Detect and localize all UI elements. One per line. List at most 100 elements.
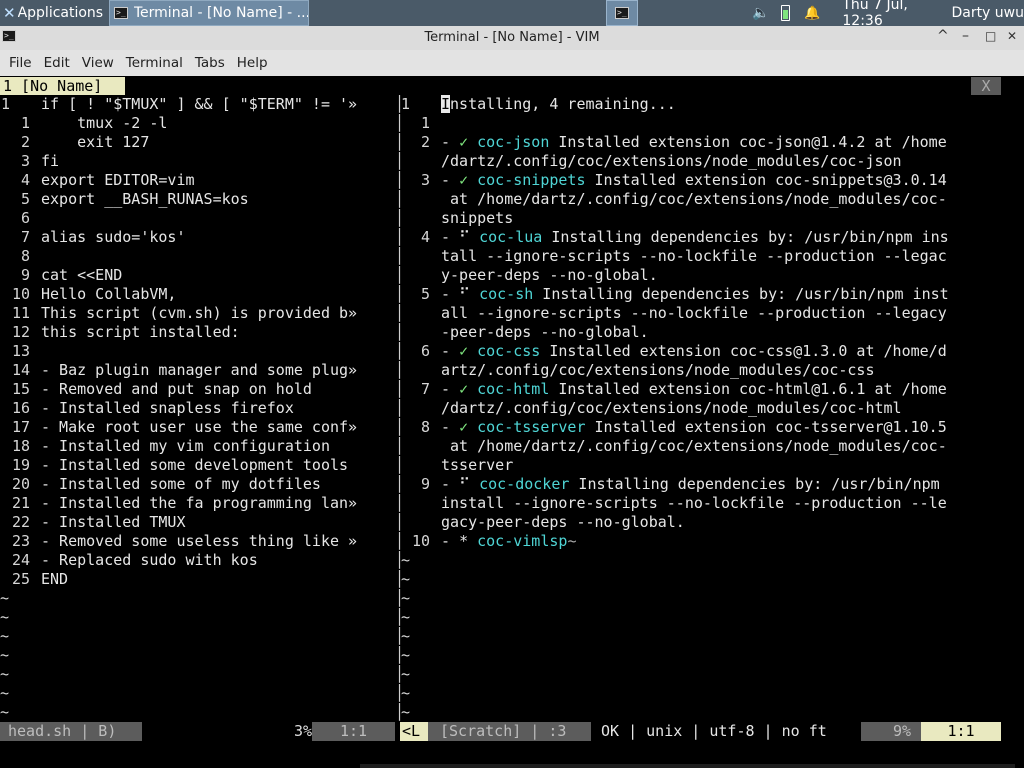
list-dash: - bbox=[441, 285, 460, 303]
coc-install-line: - ✓ coc-html Installed extension coc-htm… bbox=[441, 380, 1024, 399]
coc-install-line: artz/.config/coc/extensions/node_modules… bbox=[441, 361, 875, 379]
taskbar-terminal-button[interactable]: >_ Terminal - [No Name] - ... bbox=[109, 0, 309, 26]
left-line-number: 25 bbox=[11, 570, 30, 588]
menu-tabs[interactable]: Tabs bbox=[195, 55, 225, 71]
left-code-line: - Baz plugin manager and some plug» bbox=[41, 361, 358, 379]
right-status-buffer: [Scratch] | :3 bbox=[428, 722, 591, 741]
left-tilde-filler: ~ bbox=[0, 627, 10, 645]
right-tilde-filler: ~ bbox=[401, 703, 411, 721]
left-code-line: tmux -2 -l bbox=[41, 114, 168, 132]
split-separator-segment: │ bbox=[395, 266, 401, 284]
split-separator-segment: │ bbox=[395, 152, 401, 170]
list-dash: - bbox=[441, 380, 460, 398]
coc-install-line: - ⠋ coc-sh Installing dependencies by: /… bbox=[441, 285, 1024, 304]
left-tilde-filler: ~ bbox=[0, 703, 10, 721]
right-line-number: 3 bbox=[420, 171, 430, 189]
vim-tab-close-button[interactable]: X bbox=[971, 77, 1001, 95]
right-tilde-filler: ~ bbox=[401, 627, 411, 645]
split-separator-segment: │ bbox=[395, 190, 401, 208]
extension-name: coc-tsserver bbox=[477, 418, 586, 436]
terminal-area[interactable]: 1 [No Name] X │ │ │ │ │ │ │ │ │ │ │ │ │ │ │ │ │ │ │ │ │ │ │ │ │ │… bbox=[0, 76, 1024, 768]
status-mark: ✓ bbox=[459, 418, 469, 436]
volume-icon[interactable]: 🔈 bbox=[752, 5, 769, 21]
vim-tab-active[interactable]: 1 [No Name] bbox=[0, 77, 125, 95]
applications-menu-button[interactable]: ✕ Applications bbox=[0, 0, 107, 26]
left-status-file: head.sh | B) bbox=[0, 722, 142, 741]
extension-name: coc-vimlsp bbox=[477, 532, 568, 550]
left-line-number: 13 bbox=[11, 342, 30, 360]
battery-icon[interactable] bbox=[781, 5, 791, 21]
left-code-line: - Installed TMUX bbox=[41, 513, 186, 531]
right-tilde-filler: ~ bbox=[401, 684, 411, 702]
extension-name: coc-json bbox=[477, 133, 550, 151]
extension-name: coc-docker bbox=[479, 475, 570, 493]
status-mark: ⠋ bbox=[459, 475, 471, 493]
extension-name: coc-html bbox=[477, 380, 550, 398]
menu-file[interactable]: File bbox=[9, 55, 32, 71]
split-separator-segment: │ bbox=[395, 304, 401, 322]
window-titlebar[interactable]: >_ Terminal - [No Name] - VIM ^ – □ ✕ bbox=[0, 26, 1024, 51]
extension-name: coc-sh bbox=[479, 285, 534, 303]
close-button[interactable]: ✕ bbox=[1007, 29, 1017, 43]
left-code-line: - Removed and put snap on hold bbox=[41, 380, 312, 398]
left-line-number: 4 bbox=[20, 171, 30, 189]
left-code-line: - Installed snapless firefox bbox=[41, 399, 294, 417]
left-line-number: 19 bbox=[11, 456, 30, 474]
right-tilde-filler: ~ bbox=[401, 589, 411, 607]
split-separator-segment: │ bbox=[395, 361, 401, 379]
menu-help[interactable]: Help bbox=[237, 55, 268, 71]
terminal-icon: >_ bbox=[114, 7, 128, 19]
maximize-button[interactable]: □ bbox=[985, 29, 996, 43]
left-code-line: - Replaced sudo with kos bbox=[41, 551, 258, 569]
left-tilde-filler: ~ bbox=[0, 665, 10, 683]
menu-terminal[interactable]: Terminal bbox=[126, 55, 183, 71]
left-tilde-filler: ~ bbox=[0, 684, 10, 702]
notification-bell-icon[interactable]: 🔔 bbox=[804, 6, 820, 21]
left-line-number: 21 bbox=[11, 494, 30, 512]
workspace-switcher-button[interactable]: >_ bbox=[606, 0, 638, 26]
extension-name: coc-css bbox=[477, 342, 541, 360]
mark-space bbox=[468, 171, 477, 189]
split-separator-segment: │ bbox=[395, 209, 401, 227]
left-status-position: 1:1 bbox=[312, 722, 395, 741]
mark-space bbox=[468, 133, 477, 151]
left-line-number: 16 bbox=[11, 399, 30, 417]
status-mark: ✓ bbox=[459, 380, 469, 398]
extension-status: Installed extension coc-css@1.3.0 at /ho… bbox=[540, 342, 947, 360]
left-code-line: export __BASH_RUNAS=kos bbox=[41, 190, 249, 208]
left-code-line: END bbox=[41, 570, 69, 588]
top-panel: ✕ Applications >_ Terminal - [No Name] -… bbox=[0, 0, 1024, 29]
mark-space bbox=[468, 380, 477, 398]
coc-install-line: - ✓ coc-snippets Installed extension coc… bbox=[441, 171, 1024, 190]
left-line-number: 1 bbox=[20, 114, 30, 132]
mark-space bbox=[468, 418, 477, 436]
left-line-number: 18 bbox=[11, 437, 30, 455]
left-line-number: 22 bbox=[11, 513, 30, 531]
minimize-button[interactable]: – bbox=[962, 28, 969, 44]
right-line-number: 4 bbox=[420, 228, 430, 246]
left-code-line: - Installed some development tools bbox=[41, 456, 349, 474]
right-tilde-filler: ~ bbox=[401, 646, 411, 664]
left-line-number: 10 bbox=[11, 285, 30, 303]
left-code-line: this script installed: bbox=[41, 323, 240, 341]
coc-install-line: at /home/dartz/.config/coc/extensions/no… bbox=[441, 190, 947, 208]
left-status-percent: 3% bbox=[293, 722, 312, 740]
left-line-number: 8 bbox=[20, 247, 30, 265]
extension-status: Installing dependencies by: /usr/bin/npm bbox=[569, 475, 940, 493]
panel-clock[interactable]: Thu 7 Jul, 12:36 bbox=[842, 0, 935, 29]
shade-button[interactable]: ^ bbox=[937, 28, 949, 44]
right-line-number: 9 bbox=[420, 475, 430, 493]
workspace-terminal-icon: >_ bbox=[615, 7, 629, 19]
left-line-number: 15 bbox=[11, 380, 30, 398]
panel-user-name[interactable]: Darty uwu bbox=[951, 5, 1024, 21]
window-title: Terminal - [No Name] - VIM bbox=[424, 30, 600, 45]
extension-status: Installed extension coc-snippets@3.0.14 bbox=[585, 171, 947, 189]
menu-view[interactable]: View bbox=[82, 55, 114, 71]
menu-bar: File Edit View Terminal Tabs Help bbox=[0, 50, 1024, 76]
right-line-number: 2 bbox=[420, 133, 430, 151]
coc-install-line: snippets bbox=[441, 209, 514, 227]
right-line-number: 1 bbox=[420, 114, 430, 132]
menu-edit[interactable]: Edit bbox=[44, 55, 70, 71]
left-line-number: 9 bbox=[20, 266, 30, 284]
left-code-line: - Installed the fa programming lan» bbox=[41, 494, 358, 512]
